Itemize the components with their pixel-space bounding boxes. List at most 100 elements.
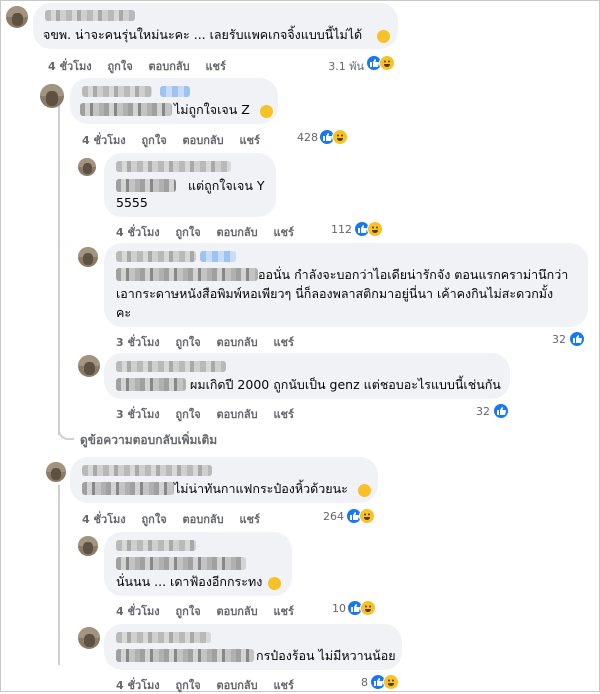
tagged-name[interactable]	[116, 268, 258, 281]
reply-link[interactable]: ตอบกลับ	[148, 60, 189, 73]
like-link[interactable]: ถูกใจ	[108, 60, 133, 73]
comment-bubble: ผมเกิดปี 2000 ถูกนับเป็น genz แต่ชอบอะไร…	[104, 353, 510, 399]
reaction-count[interactable]: 112	[300, 223, 352, 236]
comment-text-line3: คะ	[116, 305, 132, 320]
comment-actions: 4 ชั่วโมง ถูกใจ ตอบกลับ แชร์	[82, 131, 272, 149]
timestamp[interactable]: 3 ชั่วโมง	[116, 336, 160, 349]
comment-text: ไม่ถูกใจเจน Z	[174, 102, 250, 117]
tagged-name[interactable]	[116, 378, 186, 391]
tagged-name[interactable]	[82, 482, 174, 495]
haha-icon[interactable]	[359, 508, 375, 524]
comment-text-line2: 5555	[116, 195, 148, 210]
like-icon[interactable]	[493, 403, 509, 419]
share-link[interactable]: แชร์	[239, 134, 259, 147]
comment-actions: 4 ชั่วโมง ถูกใจ ตอบกลับ แชร์	[116, 602, 306, 620]
comment-actions: 4 ชั่วโมง ถูกใจ ตอบกลับ แชร์	[116, 223, 306, 241]
timestamp[interactable]: 4 ชั่วโมง	[82, 513, 126, 526]
commenter-name[interactable]	[45, 10, 135, 21]
comment-bubble: ไม่ถูกใจเจน Z	[70, 78, 278, 124]
comment-text: แต่ถูกใจเจน Y	[188, 178, 265, 193]
timestamp[interactable]: 3 ชั่วโมง	[116, 408, 160, 421]
comment-bubble: กรป๋องร้อน ไม่มีหวานน้อย	[104, 624, 402, 670]
avatar[interactable]	[6, 6, 28, 28]
thread-line	[58, 100, 60, 435]
reply-link[interactable]: ตอบกลับ	[216, 408, 257, 421]
comment-actions: 3 ชั่วโมง ถูกใจ ตอบกลับ แชร์	[116, 405, 306, 423]
avatar[interactable]	[78, 158, 96, 176]
like-link[interactable]: ถูกใจ	[176, 226, 201, 239]
timestamp[interactable]: 4 ชั่วโมง	[116, 679, 160, 692]
tagged-name[interactable]	[80, 103, 172, 116]
avatar[interactable]	[40, 84, 64, 108]
comment-actions: 4 ชั่วโมง ถูกใจ ตอบกลับ แชร์	[116, 676, 306, 694]
haha-icon[interactable]	[383, 674, 399, 690]
reply-link[interactable]: ตอบกลับ	[216, 679, 257, 692]
share-link[interactable]: แชร์	[273, 226, 293, 239]
reaction-count[interactable]: 32	[448, 405, 490, 418]
avatar[interactable]	[78, 627, 100, 649]
grin-emoji	[260, 105, 273, 118]
reply-link[interactable]: ตอบกลับ	[182, 513, 223, 526]
avatar[interactable]	[78, 536, 98, 556]
reaction-count[interactable]: 264	[296, 510, 344, 523]
reply-link[interactable]: ตอบกลับ	[216, 336, 257, 349]
haha-icon[interactable]	[367, 221, 383, 237]
rofl-emoji	[358, 484, 371, 497]
like-link[interactable]: ถูกใจ	[176, 408, 201, 421]
like-link[interactable]: ถูกใจ	[176, 605, 201, 618]
timestamp[interactable]: 4 ชั่วโมง	[116, 226, 160, 239]
comment-bubble: จขพ. น่าจะคนรุ่นใหม่นะคะ ... เลยรับแพคเก…	[33, 3, 398, 49]
commenter-name[interactable]	[116, 251, 196, 262]
avatar[interactable]	[78, 355, 100, 377]
commenter-name[interactable]	[116, 632, 211, 643]
comment-text-line2: เอากระดาษหนังสือพิมพ์หอเพียวๆ นี่ก็ลองพล…	[116, 286, 554, 301]
share-link[interactable]: แชร์	[273, 605, 293, 618]
reaction-count[interactable]: 428	[270, 131, 318, 144]
tagged-name[interactable]	[116, 649, 254, 662]
commenter-name[interactable]	[82, 86, 152, 97]
reaction-count[interactable]: 3.1 พัน	[300, 57, 364, 75]
commenter-name[interactable]	[116, 161, 231, 172]
reply-link[interactable]: ตอบกลับ	[216, 605, 257, 618]
haha-icon[interactable]	[332, 129, 348, 145]
share-link[interactable]: แชร์	[205, 60, 225, 73]
reaction-count[interactable]: 10	[318, 602, 346, 615]
timestamp[interactable]: 4 ชั่วโมง	[116, 605, 160, 618]
like-link[interactable]: ถูกใจ	[142, 513, 167, 526]
tagged-name[interactable]	[116, 179, 176, 192]
like-link[interactable]: ถูกใจ	[176, 336, 201, 349]
avatar[interactable]	[46, 462, 66, 482]
commenter-name[interactable]	[116, 361, 226, 372]
comment-bubble: แต่ถูกใจเจน Y 5555	[104, 153, 276, 217]
haha-icon[interactable]	[360, 600, 376, 616]
reaction-count[interactable]: 8	[340, 676, 368, 689]
commenter-name[interactable]	[116, 540, 196, 551]
share-link[interactable]: แชร์	[273, 679, 293, 692]
comment-actions: 4 ชั่วโมง ถูกใจ ตอบกลับ แชร์	[48, 57, 238, 75]
avatar[interactable]	[78, 247, 98, 267]
comment-text: ไม่น่าทันกาแฟกระป๋องหิ้วด้วยนะ	[174, 481, 348, 496]
like-link[interactable]: ถูกใจ	[176, 679, 201, 692]
commenter-name[interactable]	[82, 465, 212, 476]
tagged-name[interactable]	[116, 557, 246, 570]
comment-actions: 3 ชั่วโมง ถูกใจ ตอบกลับ แชร์	[116, 333, 306, 351]
comment-text: จขพ. น่าจะคนรุ่นใหม่นะคะ ... เลยรับแพคเก…	[43, 27, 363, 42]
reply-link[interactable]: ตอบกลับ	[216, 226, 257, 239]
comment-text: กรป๋องร้อน ไม่มีหวานน้อย	[256, 648, 396, 663]
timestamp[interactable]: 4 ชั่วโมง	[48, 60, 92, 73]
like-icon[interactable]	[569, 331, 585, 347]
reply-link[interactable]: ตอบกลับ	[182, 134, 223, 147]
reaction-count[interactable]: 32	[530, 333, 566, 346]
comment-text: ออนั่น กำลังจะบอกว่าไอเดียน่ารักจัง ตอนแ…	[258, 267, 569, 282]
haha-icon[interactable]	[379, 55, 395, 71]
view-more-replies-link[interactable]: ดูข้อความตอบกลับเพิ่มเติม	[80, 431, 217, 450]
grimace-emoji	[268, 577, 281, 590]
share-link[interactable]: แชร์	[273, 336, 293, 349]
top-fan-badge	[200, 251, 236, 262]
like-link[interactable]: ถูกใจ	[142, 134, 167, 147]
comment-text: นั่นนน ... เดาฟ้องอีกกระทง	[116, 574, 263, 589]
timestamp[interactable]: 4 ชั่วโมง	[82, 134, 126, 147]
share-link[interactable]: แชร์	[239, 513, 259, 526]
share-link[interactable]: แชร์	[273, 408, 293, 421]
thread-connector	[58, 420, 74, 440]
